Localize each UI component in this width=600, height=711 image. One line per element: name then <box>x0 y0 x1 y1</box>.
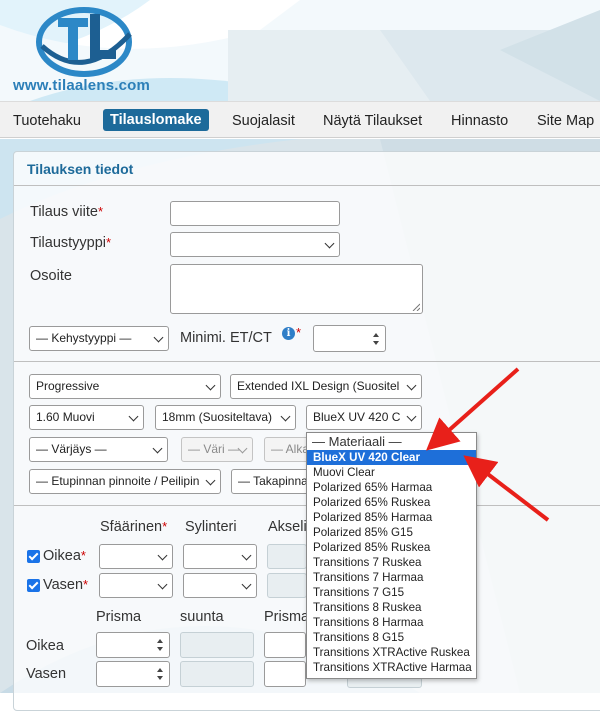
lens-design-select[interactable]: Extended IXL Design (Suositel <box>230 374 422 399</box>
oikea-prism2-input[interactable] <box>264 632 306 658</box>
lens-index-select[interactable]: 1.60 Muovi <box>29 405 144 430</box>
form-title: Tilauksen tiedot <box>27 161 134 177</box>
oikea-direction-input[interactable] <box>180 632 254 658</box>
chevron-down-icon <box>406 411 417 421</box>
spinner-icon[interactable] <box>157 639 164 651</box>
vasen-prism2-input[interactable] <box>264 661 306 687</box>
chevron-down-icon <box>205 475 216 485</box>
dropdown-option[interactable]: Transitions 7 G15 <box>307 585 476 600</box>
dropdown-option[interactable]: Transitions 7 Ruskea <box>307 555 476 570</box>
minimi-et-ct-input[interactable] <box>313 325 386 352</box>
required-mark: * <box>296 325 302 340</box>
dropdown-option[interactable]: Polarized 85% Ruskea <box>307 540 476 555</box>
osoite-textarea[interactable] <box>170 264 423 314</box>
material-dropdown-list[interactable]: — Materiaali — BlueX UV 420 Clear Muovi … <box>306 432 477 679</box>
main-navigation: Tuotehaku Tilauslomake Suojalasit Näytä … <box>0 101 600 138</box>
prism-vasen-label: Vasen <box>26 666 67 682</box>
required-mark: * <box>97 204 104 219</box>
oikea-checkbox[interactable] <box>27 550 40 563</box>
required-mark: * <box>106 235 112 250</box>
sphere-header: Sfäärinen* <box>100 519 168 535</box>
prism-header: Prisma <box>96 609 142 625</box>
oikea-cylinder-select[interactable] <box>183 544 257 569</box>
dropdown-option[interactable]: Transitions 7 Harmaa <box>307 570 476 585</box>
dropdown-option[interactable]: Polarized 85% G15 <box>307 525 476 540</box>
oikea-axis-input[interactable] <box>267 544 307 569</box>
vasen-sphere-select[interactable] <box>99 573 173 598</box>
nav-item-site-map[interactable]: Site Map <box>537 110 594 132</box>
info-icon[interactable]: i <box>282 327 295 340</box>
chevron-down-icon <box>153 332 164 342</box>
nav-item-tilauslomake[interactable]: Tilauslomake <box>103 109 209 131</box>
color-select[interactable]: — Väri — <box>181 437 253 462</box>
dropdown-option[interactable]: Transitions XTRActive Harmaa <box>307 660 476 675</box>
nav-item-suojalasit[interactable]: Suojalasit <box>232 110 295 132</box>
dropdown-header: — Materiaali — <box>312 434 402 449</box>
direction-header: suunta <box>180 609 224 625</box>
chevron-down-icon <box>241 550 252 560</box>
front-coating-select[interactable]: — Etupinnan pinnoite / Peilipin <box>29 469 221 494</box>
chevron-down-icon <box>280 411 291 421</box>
prism-header-2: Prisma <box>264 609 310 625</box>
osoite-label: Osoite <box>30 268 72 284</box>
nav-item-tuotehaku[interactable]: Tuotehaku <box>13 110 81 132</box>
chevron-down-icon <box>241 579 252 589</box>
tilaustyyppi-select[interactable] <box>170 232 340 257</box>
site-header: www.tilaalens.com <box>0 0 600 101</box>
required-mark: * <box>162 519 168 534</box>
tint-select[interactable]: — Värjäys — <box>29 437 168 462</box>
spinner-icon[interactable] <box>157 668 164 680</box>
required-mark: * <box>83 577 89 592</box>
dropdown-option[interactable]: Polarized 65% Ruskea <box>307 495 476 510</box>
nav-item-nayta-tilaukset[interactable]: Näytä Tilaukset <box>323 110 422 132</box>
title-divider <box>14 185 600 186</box>
dropdown-option[interactable]: Polarized 65% Harmaa <box>307 480 476 495</box>
minimi-et-ct-label: Minimi. ET/CT <box>180 330 272 346</box>
tilaus-viite-label: Tilaus viite* <box>30 204 104 220</box>
section-divider <box>14 361 600 362</box>
material-select[interactable]: BlueX UV 420 C <box>306 405 422 430</box>
chevron-down-icon <box>406 380 417 390</box>
chevron-down-icon <box>205 380 216 390</box>
vasen-axis-input[interactable] <box>267 573 307 598</box>
lens-type-select[interactable]: Progressive <box>29 374 221 399</box>
prism-oikea-label: Oikea <box>26 638 64 654</box>
vasen-checkbox[interactable] <box>27 579 40 592</box>
dropdown-option[interactable]: Transitions XTRActive Ruskea <box>307 645 476 660</box>
cylinder-header: Sylinteri <box>185 519 237 535</box>
tilaus-viite-input[interactable] <box>170 201 340 226</box>
spinner-icon[interactable] <box>373 332 380 345</box>
dropdown-option[interactable]: Transitions 8 Harmaa <box>307 615 476 630</box>
chevron-down-icon <box>128 411 139 421</box>
tilaalens-logo[interactable] <box>34 4 134 78</box>
chevron-down-icon <box>157 579 168 589</box>
chevron-down-icon <box>152 443 163 453</box>
corridor-length-select[interactable]: 18mm (Suositeltava) <box>155 405 296 430</box>
oikea-prism-input[interactable] <box>96 632 170 658</box>
dropdown-option[interactable]: BlueX UV 420 Clear <box>307 450 476 465</box>
chevron-down-icon <box>324 238 335 248</box>
oikea-sphere-select[interactable] <box>99 544 173 569</box>
dropdown-option[interactable]: Polarized 85% Harmaa <box>307 510 476 525</box>
axis-header: Akseli <box>268 519 307 535</box>
chevron-down-icon <box>157 550 168 560</box>
dropdown-option[interactable]: Transitions 8 G15 <box>307 630 476 645</box>
vasen-label: Vasen* <box>43 577 89 593</box>
nav-item-hinnasto[interactable]: Hinnasto <box>451 110 508 132</box>
tilaustyyppi-label: Tilaustyyppi* <box>30 235 112 251</box>
dropdown-option[interactable]: Muovi Clear <box>307 465 476 480</box>
oikea-label: Oikea* <box>43 548 86 564</box>
site-url-logo-text[interactable]: www.tilaalens.com <box>13 77 150 94</box>
required-mark: * <box>80 548 86 563</box>
vasen-prism-input[interactable] <box>96 661 170 687</box>
kehystyyppi-select[interactable]: — Kehystyyppi — <box>29 326 169 351</box>
dropdown-option[interactable]: Transitions 8 Ruskea <box>307 600 476 615</box>
vasen-cylinder-select[interactable] <box>183 573 257 598</box>
resize-handle-icon[interactable] <box>412 303 420 311</box>
vasen-direction-input[interactable] <box>180 661 254 687</box>
back-coating-select[interactable]: — Takapinna <box>231 469 311 494</box>
